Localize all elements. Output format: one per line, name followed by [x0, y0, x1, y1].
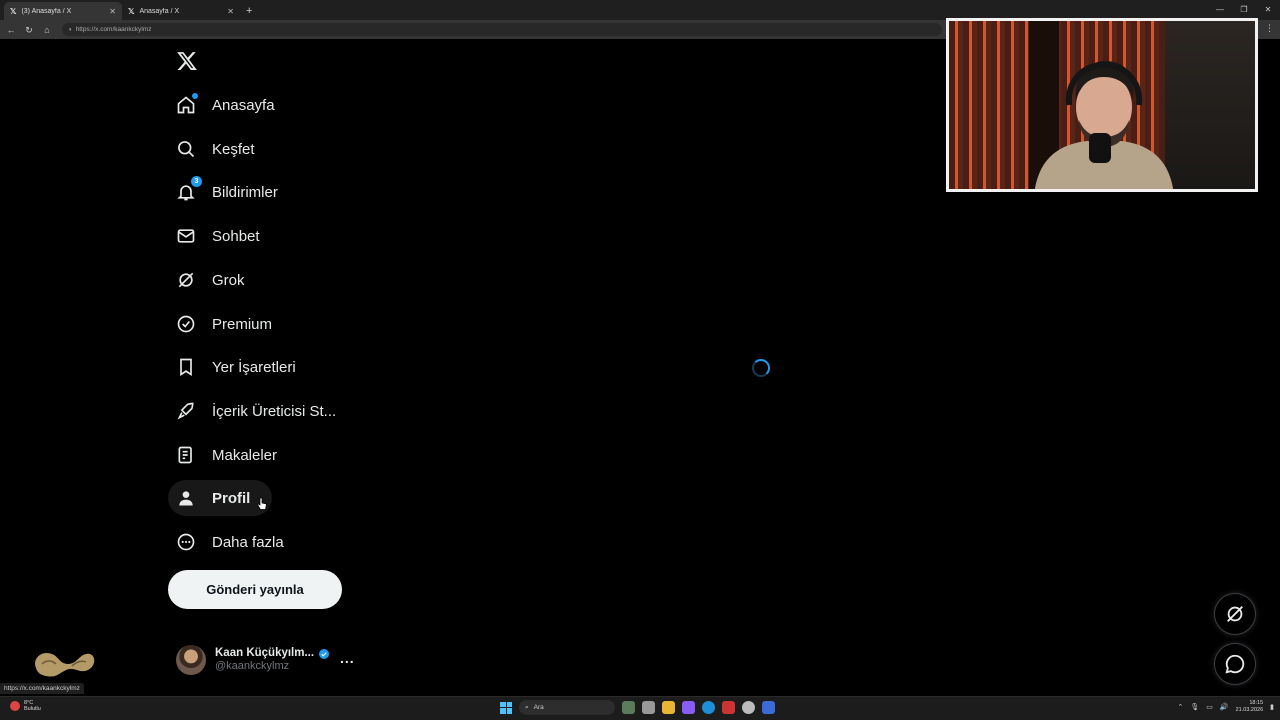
- browser-menu-icon[interactable]: ⋮: [1265, 23, 1274, 34]
- minimize-icon[interactable]: —: [1208, 0, 1232, 20]
- browser-tab-2[interactable]: 𝕏 Anasayfa / X ✕: [122, 2, 240, 20]
- messages-float-button[interactable]: [1214, 643, 1256, 685]
- sidebar-item-label: Yer İşaretleri: [212, 358, 296, 376]
- url-text: https://x.com/kaankckylmz: [75, 26, 152, 33]
- network-icon[interactable]: ▭: [1206, 703, 1213, 711]
- account-more-icon[interactable]: ...: [340, 650, 355, 666]
- weather-desc: Bulutlu: [24, 706, 41, 713]
- article-icon: [176, 445, 196, 465]
- media-app-icon[interactable]: [722, 701, 735, 714]
- rocket-icon: [176, 401, 196, 421]
- browser-tab-bar: 𝕏 (3) Anasayfa / X ✕ 𝕏 Anasayfa / X ✕ + …: [0, 0, 1280, 20]
- edge-browser-icon[interactable]: [702, 701, 715, 714]
- system-clock[interactable]: 18:15 21.03.2026: [1236, 700, 1264, 713]
- file-explorer-icon[interactable]: [662, 701, 675, 714]
- profile-icon: [176, 488, 196, 508]
- account-name: Kaan Küçükyılm...: [215, 647, 315, 660]
- bookmark-icon: [176, 357, 196, 377]
- streamer-image: [1035, 60, 1173, 189]
- search-icon: [176, 139, 196, 159]
- new-tab-button[interactable]: +: [240, 2, 258, 20]
- x-logo-icon[interactable]: [176, 50, 198, 72]
- sidebar-item-more[interactable]: Daha fazla: [168, 524, 292, 560]
- sidebar-item-home[interactable]: Anasayfa: [168, 87, 283, 123]
- sidebar-item-label: Profil: [212, 489, 251, 507]
- chat-bubble-icon: [1225, 654, 1245, 674]
- hand-cursor-icon: [257, 497, 267, 510]
- grok-icon: [1227, 606, 1243, 622]
- sidebar-item-label: Grok: [212, 271, 245, 289]
- avatar: [176, 645, 206, 675]
- close-icon[interactable]: ✕: [109, 7, 116, 16]
- close-window-icon[interactable]: ✕: [1256, 0, 1280, 20]
- link-status-bar: https://x.com/kaankckylmz: [0, 683, 84, 694]
- back-icon[interactable]: ←: [4, 23, 18, 37]
- chatgpt-icon[interactable]: [742, 701, 755, 714]
- grok-float-button[interactable]: [1214, 593, 1256, 635]
- address-bar[interactable]: ◑ https://x.com/kaankckylmz: [62, 23, 942, 36]
- notification-center-icon[interactable]: ▮: [1270, 703, 1274, 711]
- sidebar-item-articles[interactable]: Makaleler: [168, 437, 285, 473]
- sidebar-item-explore[interactable]: Keşfet: [168, 131, 263, 167]
- window-controls: — ❐ ✕: [1208, 0, 1280, 20]
- more-circle-icon: [176, 532, 196, 552]
- sidebar-item-grok[interactable]: Grok: [168, 262, 253, 298]
- clock-date: 21.03.2026: [1235, 706, 1264, 713]
- sidebar-item-label: Sohbet: [212, 227, 260, 245]
- post-button[interactable]: Gönderi yayınla: [168, 570, 342, 609]
- sidebar-item-chat[interactable]: Sohbet: [168, 218, 268, 254]
- taskbar-search-placeholder: Ara: [533, 704, 544, 711]
- reload-icon[interactable]: ↻: [22, 23, 36, 37]
- site-info-icon[interactable]: ◑: [68, 27, 72, 33]
- sidebar-item-label: İçerik Üreticisi St...: [212, 402, 337, 420]
- microphone-icon[interactable]: 🎙: [1190, 703, 1199, 711]
- verified-badge-icon: [319, 648, 330, 659]
- webcam-overlay: [946, 18, 1258, 192]
- search-icon: ⌕: [525, 703, 529, 711]
- sidebar-item-label: Premium: [212, 315, 273, 333]
- volume-icon[interactable]: 🔊: [1220, 703, 1229, 711]
- x-favicon-icon: 𝕏: [10, 6, 17, 16]
- weather-icon: [10, 701, 20, 712]
- tab-title: (3) Anasayfa / X: [21, 7, 72, 15]
- premium-icon: [176, 314, 196, 334]
- x-favicon-icon: 𝕏: [128, 6, 135, 16]
- taskbar-search[interactable]: ⌕ Ara: [519, 700, 615, 715]
- notification-dot: [192, 93, 198, 99]
- loading-spinner: [752, 359, 770, 377]
- app-icon[interactable]: [762, 701, 775, 714]
- sidebar-item-label: Makaleler: [212, 446, 278, 464]
- start-button-icon[interactable]: [500, 701, 512, 714]
- sidebar-item-premium[interactable]: Premium: [168, 306, 280, 342]
- clock-time: 18:15: [1249, 700, 1264, 706]
- sidebar-item-label: Daha fazla: [212, 533, 284, 551]
- account-handle: @kaankckylmz: [215, 660, 290, 673]
- home-button-icon[interactable]: ⌂: [40, 23, 54, 37]
- task-view-icon[interactable]: [642, 701, 655, 714]
- taskbar-widget-icon[interactable]: [622, 701, 635, 714]
- tray-chevron-icon[interactable]: ⌃: [1178, 703, 1184, 711]
- teams-icon[interactable]: [682, 701, 695, 714]
- bell-icon: 3: [176, 176, 202, 202]
- weather-widget[interactable]: 8°C Bulutlu: [10, 700, 41, 712]
- sidebar-item-bookmarks[interactable]: Yer İşaretleri: [168, 349, 304, 385]
- account-switcher[interactable]: Kaan Küçükyılm... @kaankckylmz ...: [176, 644, 356, 676]
- windows-taskbar: 8°C Bulutlu ⌕ Ara ⌃ 🎙 ▭ 🔊 18:15 21.03.20…: [0, 696, 1280, 720]
- tab-title: Anasayfa / X: [139, 7, 180, 15]
- home-icon: [176, 93, 198, 115]
- notification-count-badge: 3: [191, 176, 202, 187]
- sidebar-item-label: Anasayfa: [212, 96, 275, 114]
- mail-icon: [176, 226, 196, 246]
- sidebar-item-notifications[interactable]: 3 Bildirimler: [168, 174, 286, 210]
- dragon-logo-watermark: [35, 652, 95, 677]
- sidebar-item-label: Bildirimler: [212, 183, 278, 201]
- sidebar-item-creator-studio[interactable]: İçerik Üreticisi St...: [168, 393, 344, 429]
- browser-tab-1[interactable]: 𝕏 (3) Anasayfa / X ✕: [4, 2, 122, 20]
- close-icon[interactable]: ✕: [227, 7, 234, 16]
- grok-icon: [176, 270, 196, 290]
- sidebar-item-label: Keşfet: [212, 140, 255, 158]
- restore-icon[interactable]: ❐: [1232, 0, 1256, 20]
